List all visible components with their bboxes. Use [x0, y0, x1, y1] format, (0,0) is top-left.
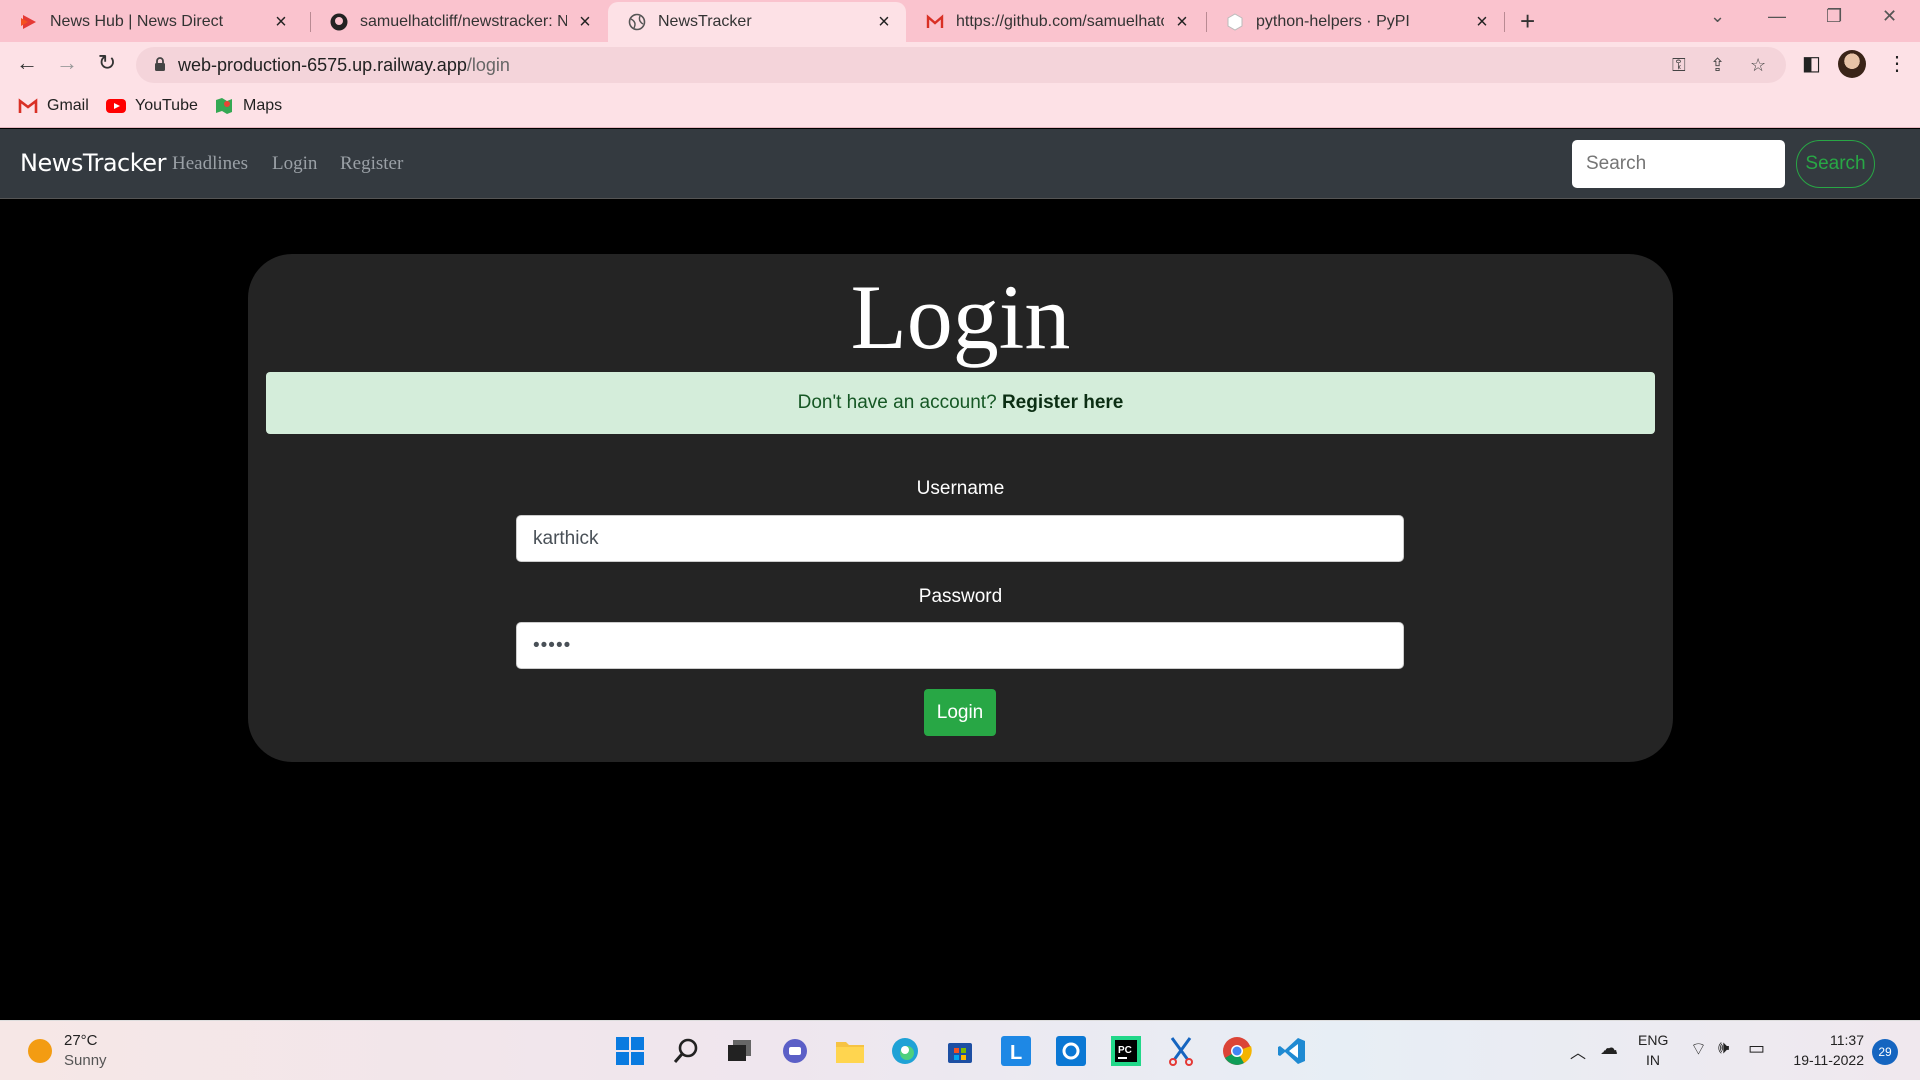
edge-icon[interactable]: [889, 1035, 921, 1067]
tab-github[interactable]: samuelhatcliff/newstracker: News ×: [310, 2, 607, 42]
nav-link-register[interactable]: Register: [340, 153, 403, 175]
file-explorer-icon[interactable]: [834, 1035, 866, 1067]
svg-text:PC: PC: [1118, 1045, 1132, 1056]
avatar[interactable]: [1838, 50, 1866, 78]
address-bar[interactable]: web-production-6575.up.railway.app/login…: [136, 47, 1786, 83]
close-icon[interactable]: ×: [575, 11, 595, 34]
close-icon[interactable]: ×: [1472, 11, 1492, 34]
bookmark-label: YouTube: [135, 97, 198, 114]
register-link[interactable]: Register here: [1002, 392, 1123, 413]
tab-search-icon[interactable]: ⌄: [1710, 6, 1725, 27]
cortana-icon[interactable]: [1055, 1035, 1087, 1067]
language-top[interactable]: ENG: [1638, 1032, 1668, 1048]
tab-title: NewsTracker: [658, 13, 752, 30]
tab-news-hub[interactable]: News Hub | News Direct ×: [0, 2, 303, 42]
url-path: /login: [466, 55, 510, 75]
pycharm-icon[interactable]: PC: [1110, 1035, 1142, 1067]
nav-link-headlines[interactable]: Headlines: [172, 153, 248, 175]
play-arrow-icon: [21, 15, 36, 29]
clock[interactable]: 11:37 19-11-2022: [1788, 1032, 1864, 1068]
pypi-icon: [1227, 13, 1243, 31]
back-icon[interactable]: ←: [12, 50, 42, 76]
minimize-icon[interactable]: —: [1768, 6, 1786, 27]
brand-link[interactable]: NewsTracker: [20, 149, 166, 177]
task-view-icon[interactable]: [724, 1035, 756, 1067]
url-text: web-production-6575.up.railway.app/login: [178, 55, 510, 76]
url-host: web-production-6575.up.railway.app: [178, 55, 467, 75]
chrome-icon[interactable]: [1221, 1035, 1253, 1067]
bookmark-gmail[interactable]: Gmail: [18, 97, 89, 115]
close-icon[interactable]: ×: [271, 11, 291, 34]
chat-icon[interactable]: [779, 1035, 811, 1067]
notification-badge[interactable]: 29: [1872, 1039, 1898, 1065]
key-icon[interactable]: ⚿: [1672, 55, 1686, 76]
register-alert: Don't have an account? Register here: [266, 372, 1655, 434]
star-icon[interactable]: ☆: [1750, 55, 1766, 76]
maps-icon: [216, 98, 232, 114]
menu-kebab-icon[interactable]: ⋮: [1887, 51, 1907, 76]
close-icon[interactable]: ×: [874, 11, 894, 34]
sun-icon[interactable]: [28, 1039, 52, 1063]
bookmark-youtube[interactable]: YouTube: [106, 97, 198, 115]
restore-icon[interactable]: ❐: [1826, 6, 1842, 27]
language-bottom: IN: [1646, 1052, 1660, 1068]
browser-tab-bar: News Hub | News Direct × samuelhatcliff/…: [0, 0, 1920, 42]
close-icon[interactable]: ×: [1172, 11, 1192, 34]
onedrive-icon[interactable]: ☁: [1600, 1038, 1618, 1059]
search-button[interactable]: Search: [1796, 140, 1875, 188]
volume-icon[interactable]: 🕪: [1718, 1037, 1729, 1058]
github-icon: [330, 13, 348, 31]
forward-icon[interactable]: →: [52, 50, 82, 76]
tab-gmail-github[interactable]: https://github.com/samuelhatcliff ×: [906, 2, 1204, 42]
nav-link-login[interactable]: Login: [272, 153, 317, 175]
os-taskbar: 27°C Sunny L PC ︿ ☁ ENG IN ⌔ 🕪 ▭ 11:37 1…: [0, 1020, 1920, 1080]
bookmark-maps[interactable]: Maps: [214, 97, 282, 115]
login-card: Login Don't have an account? Register he…: [248, 254, 1673, 762]
weather-condition: Sunny: [64, 1052, 107, 1069]
battery-icon[interactable]: ▭: [1748, 1038, 1765, 1059]
username-label: Username: [916, 478, 1005, 499]
alert-text: Don't have an account?: [797, 392, 997, 413]
login-button[interactable]: Login: [924, 689, 996, 736]
gmail-icon: [18, 98, 38, 113]
lock-icon: [155, 57, 165, 71]
globe-icon: [628, 13, 646, 31]
chevron-up-icon[interactable]: ︿: [1570, 1039, 1586, 1063]
clock-date: 19-11-2022: [1793, 1052, 1864, 1068]
reload-icon[interactable]: ↻: [92, 50, 122, 76]
tab-title: News Hub | News Direct: [50, 13, 224, 30]
tab-title: https://github.com/samuelhatcliff: [956, 13, 1164, 30]
wifi-icon[interactable]: ⌔: [1690, 1038, 1707, 1061]
store-icon[interactable]: [944, 1035, 976, 1067]
start-windows-icon[interactable]: [614, 1035, 646, 1067]
snipping-tool-icon[interactable]: [1165, 1035, 1197, 1067]
tab-title: samuelhatcliff/newstracker: News: [360, 13, 567, 30]
app-navbar: NewsTracker Headlines Login Register Sea…: [0, 129, 1920, 199]
window-close-icon[interactable]: ✕: [1882, 6, 1897, 27]
youtube-icon: [106, 99, 126, 113]
side-panel-icon[interactable]: ◧: [1802, 51, 1821, 76]
bookmarks-bar: Gmail YouTube Maps: [0, 88, 1920, 128]
clock-time: 11:37: [1830, 1032, 1864, 1048]
vscode-icon[interactable]: [1276, 1035, 1308, 1067]
page-title: Login: [850, 266, 1071, 368]
username-field[interactable]: [516, 515, 1404, 562]
new-tab-button[interactable]: +: [1520, 6, 1535, 37]
share-icon[interactable]: ⇪: [1710, 55, 1725, 76]
svg-text:L: L: [1010, 1042, 1022, 1064]
password-label: Password: [918, 586, 1003, 607]
tab-newstracker[interactable]: NewsTracker ×: [608, 2, 906, 42]
search-icon[interactable]: [670, 1035, 702, 1067]
l-app-icon[interactable]: L: [1000, 1035, 1032, 1067]
bookmark-label: Gmail: [47, 97, 89, 114]
gmail-icon: [926, 14, 944, 28]
weather-temp: 27°C: [64, 1032, 98, 1049]
tab-title: python-helpers · PyPI: [1256, 13, 1410, 30]
search-input[interactable]: [1572, 140, 1785, 188]
browser-toolbar: ← → ↻ web-production-6575.up.railway.app…: [0, 42, 1920, 88]
tab-pypi[interactable]: python-helpers · PyPI ×: [1206, 2, 1504, 42]
bookmark-label: Maps: [243, 97, 283, 114]
password-field[interactable]: [516, 622, 1404, 669]
